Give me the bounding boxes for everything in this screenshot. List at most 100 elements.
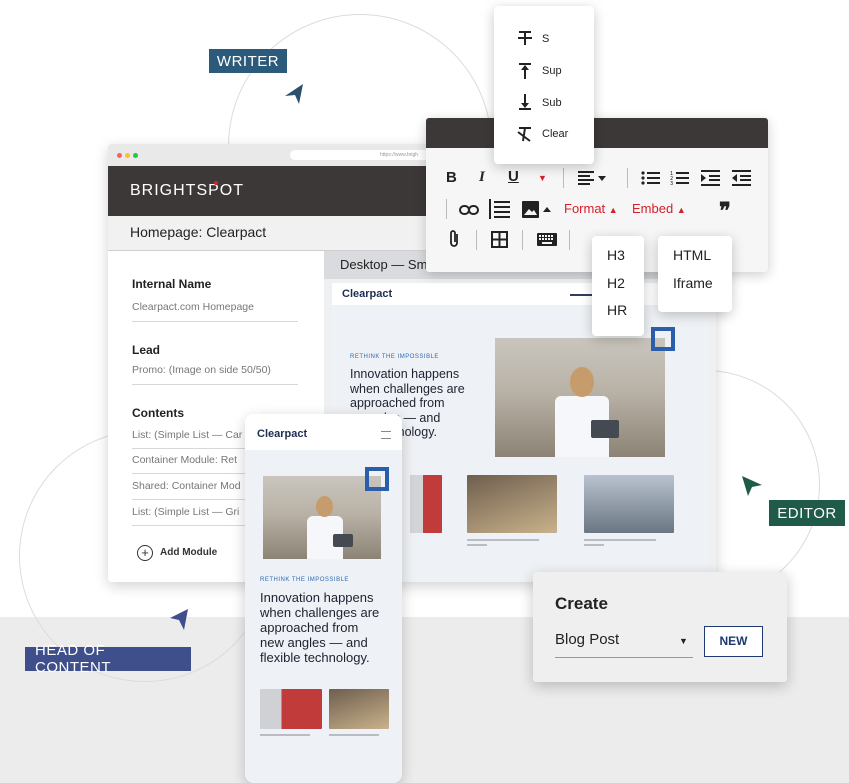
toolbar-separator	[446, 199, 447, 219]
photo-tablet	[591, 420, 619, 438]
numbered-list-icon[interactable]: 123	[670, 170, 689, 191]
chevron-down-icon[interactable]: ▼	[538, 173, 547, 183]
contents-item[interactable]: Shared: Container Mod	[132, 480, 241, 492]
svg-text:3: 3	[670, 181, 673, 186]
writer-cursor-icon	[283, 82, 305, 106]
editor-cursor-icon	[740, 474, 764, 498]
h3-option[interactable]: H3	[607, 247, 625, 263]
thumbnail	[410, 475, 442, 533]
hero-photo	[495, 338, 665, 457]
site-logo: Clearpact	[342, 288, 393, 300]
format-label: Format	[564, 201, 606, 216]
h2-option[interactable]: H2	[607, 275, 625, 291]
html-option[interactable]: HTML	[673, 247, 711, 263]
clear-format-menu-item[interactable]: Clear	[542, 128, 568, 140]
hr-option[interactable]: HR	[607, 302, 627, 318]
attachment-icon[interactable]	[448, 229, 460, 254]
content-type-select[interactable]: Blog Post	[555, 631, 619, 648]
contents-item[interactable]: List: (Simple List — Gri	[132, 506, 239, 518]
underline-button[interactable]: U	[508, 168, 519, 185]
hero-line: approached from	[350, 396, 445, 410]
minimize-dot-icon[interactable]	[125, 153, 130, 158]
phone-headline: Innovation happens when challenges are a…	[260, 590, 379, 665]
photo-tablet	[333, 534, 353, 547]
new-button[interactable]: NEW	[704, 626, 763, 657]
brightspot-logo: BRIGHTSPOT	[130, 182, 245, 199]
toolbar-separator	[522, 230, 523, 250]
accent-square-icon	[365, 467, 389, 491]
contents-item[interactable]: Container Module: Ret	[132, 454, 237, 466]
logo-dot-icon	[214, 181, 218, 185]
mobile-preview: Clearpact RETHINK THE IMPOSSIBLE Innovat…	[245, 414, 402, 783]
keyboard-icon[interactable]	[537, 233, 557, 251]
chevron-down-icon[interactable]: ▼	[679, 636, 688, 646]
close-dot-icon[interactable]	[117, 153, 122, 158]
maximize-dot-icon[interactable]	[133, 153, 138, 158]
phone-hero-photo	[263, 476, 381, 559]
photo-face	[316, 496, 333, 517]
format-dropdown: H3 H2 HR	[592, 236, 644, 336]
align-icon[interactable]	[577, 170, 607, 191]
hero-line: flexible technology.	[260, 650, 370, 666]
text-placeholder-line	[584, 539, 656, 541]
text-placeholder-line	[467, 544, 487, 546]
phone-kicker: RETHINK THE IMPOSSIBLE	[260, 577, 349, 583]
paragraph-align-icon[interactable]	[488, 199, 510, 224]
chevron-up-icon: ▲	[608, 205, 618, 215]
text-placeholder-line	[260, 734, 310, 736]
superscript-menu-item[interactable]: Sup	[542, 65, 562, 77]
thumbnail	[467, 475, 557, 533]
strikethrough-icon	[517, 30, 533, 51]
image-icon[interactable]	[522, 201, 552, 223]
embed-label: Embed	[632, 201, 674, 216]
strikethrough-menu-item[interactable]: S	[542, 33, 549, 45]
divider	[132, 384, 298, 385]
select-underline	[555, 657, 693, 658]
page-title: Homepage: Clearpact	[130, 224, 267, 240]
hamburger-menu-icon[interactable]	[381, 431, 391, 439]
blockquote-icon[interactable]: ❞	[719, 198, 731, 224]
hero-line: when challenges are	[350, 381, 465, 396]
subscript-menu-item[interactable]: Sub	[542, 97, 562, 109]
embed-menu-button[interactable]: Embed ▲	[632, 201, 686, 216]
toolbar-separator	[563, 168, 564, 188]
internal-name-label: Internal Name	[132, 277, 212, 291]
indent-icon[interactable]	[701, 170, 720, 191]
toolbar-header	[426, 118, 768, 148]
head-of-content-tag: HEAD OF CONTENT	[25, 642, 191, 676]
italic-button[interactable]: I	[479, 169, 485, 186]
thumbnail	[260, 689, 322, 729]
add-module-icon[interactable]: +	[137, 545, 153, 561]
create-title: Create	[555, 594, 608, 613]
phone-site-logo: Clearpact	[257, 428, 308, 440]
editor-tag: EDITOR	[769, 500, 845, 526]
text-placeholder-line	[467, 539, 539, 541]
table-icon[interactable]	[491, 231, 508, 253]
thumbnail	[584, 475, 674, 533]
bold-button[interactable]: B	[446, 169, 457, 186]
accent-square-icon	[651, 327, 675, 351]
create-panel: Create Blog Post ▼ NEW	[533, 572, 787, 682]
link-icon[interactable]	[459, 203, 479, 221]
outdent-icon[interactable]	[732, 170, 751, 191]
hero-line: Innovation happens	[260, 590, 374, 605]
format-menu-button[interactable]: Format ▲	[564, 201, 618, 216]
bulleted-list-icon[interactable]	[641, 170, 660, 191]
contents-item[interactable]: List: (Simple List — Car	[132, 429, 242, 441]
superscript-icon	[517, 62, 533, 85]
lead-field[interactable]: Promo: (Image on side 50/50)	[132, 364, 271, 376]
text-placeholder-line	[329, 734, 379, 736]
chevron-up-icon: ▲	[676, 205, 686, 215]
toolbar-separator	[569, 230, 570, 250]
add-module-button[interactable]: Add Module	[160, 547, 217, 558]
toolbar-separator	[476, 230, 477, 250]
contents-label: Contents	[132, 406, 184, 420]
writer-tag: WRITER	[209, 49, 287, 73]
internal-name-field[interactable]: Clearpact.com Homepage	[132, 301, 254, 313]
embed-dropdown: HTML Iframe	[658, 236, 732, 312]
hero-line: new angles — and	[260, 635, 368, 651]
hero-line: Innovation happens	[350, 367, 460, 381]
text-style-menu: S Sup Sub Clear	[494, 6, 594, 164]
iframe-option[interactable]: Iframe	[673, 275, 713, 291]
head-cursor-icon	[168, 607, 190, 631]
